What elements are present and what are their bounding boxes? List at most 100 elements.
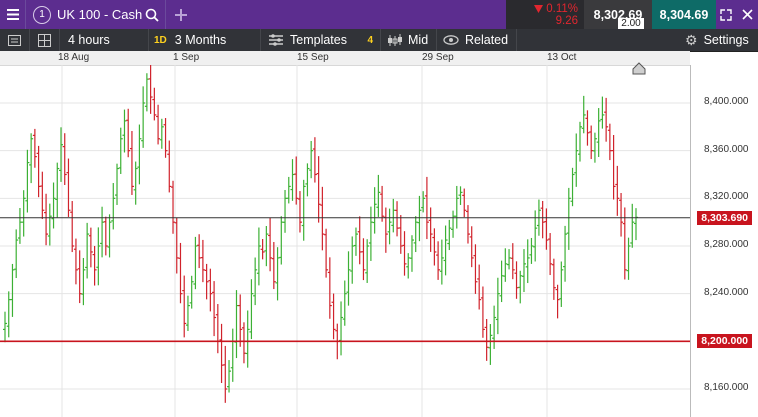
templates-label: Templates bbox=[290, 33, 347, 47]
ohlc-bar bbox=[357, 216, 362, 265]
ohlc-bar bbox=[600, 96, 605, 129]
eye-icon bbox=[443, 35, 459, 45]
change-absolute: 9.26 bbox=[555, 14, 578, 27]
ohlc-bar bbox=[346, 251, 351, 306]
ohlc-bar bbox=[368, 206, 373, 261]
ohlc-bar bbox=[96, 227, 101, 286]
gear-icon: ⚙ bbox=[685, 31, 698, 48]
ohlc-bar bbox=[70, 201, 75, 253]
ohlc-bar bbox=[17, 207, 22, 244]
market-name: UK 100 - Cash bbox=[57, 7, 143, 22]
ohlc-bar bbox=[283, 189, 288, 233]
ohlc-bar bbox=[14, 229, 19, 279]
ohlc-bar bbox=[477, 264, 482, 310]
ohlc-bar bbox=[432, 228, 437, 266]
layout-grid-icon[interactable] bbox=[29, 29, 59, 51]
close-icon[interactable] bbox=[736, 0, 758, 29]
ohlc-bar bbox=[585, 110, 590, 146]
ohlc-bar bbox=[141, 86, 146, 148]
ohlc-bar bbox=[592, 132, 597, 163]
ohlc-bar bbox=[100, 206, 105, 258]
related-label: Related bbox=[465, 33, 509, 47]
market-title-bar: 1 UK 100 - Cash 0.11% 9.26 8,302.69 8,30… bbox=[0, 0, 758, 29]
ohlc-bar bbox=[458, 186, 463, 205]
ohlc-bar bbox=[271, 242, 276, 290]
ohlc-bar bbox=[495, 277, 500, 335]
plus-icon[interactable] bbox=[165, 0, 195, 29]
current-price-tag: 8,303.690 bbox=[697, 210, 752, 225]
buy-price-button[interactable]: 8,304.69 bbox=[652, 0, 716, 29]
price-tick-label: 8,280.000 bbox=[704, 239, 749, 250]
price-type-selector[interactable]: Mid bbox=[380, 29, 436, 51]
ohlc-bar bbox=[32, 128, 37, 168]
ohlc-bar bbox=[398, 215, 403, 254]
ohlc-bar bbox=[129, 130, 134, 195]
search-icon[interactable] bbox=[145, 8, 159, 22]
expand-icon[interactable] bbox=[716, 0, 736, 29]
change-percent: 0.11% bbox=[546, 2, 578, 15]
ohlc-bar bbox=[372, 187, 377, 234]
ohlc-bar bbox=[462, 188, 467, 218]
ohlc-bar bbox=[152, 87, 157, 121]
related-button[interactable]: Related bbox=[436, 29, 516, 51]
ohlc-bar bbox=[443, 225, 448, 276]
period-selector[interactable]: 1D 3 Months bbox=[148, 29, 260, 51]
ohlc-bar bbox=[454, 185, 459, 229]
ohlc-bar bbox=[253, 257, 258, 306]
panel-icon[interactable] bbox=[0, 29, 29, 51]
market-number-badge: 1 bbox=[33, 5, 51, 24]
ohlc-bar bbox=[197, 234, 202, 269]
templates-button[interactable]: Templates 4 bbox=[260, 29, 380, 51]
templates-count: 4 bbox=[367, 34, 373, 46]
ohlc-bar bbox=[81, 257, 86, 306]
ohlc-bar bbox=[518, 270, 523, 304]
ohlc-bar bbox=[353, 227, 358, 256]
ohlc-bar bbox=[227, 360, 232, 393]
price-tick-label: 8,240.000 bbox=[704, 286, 749, 298]
ohlc-bar bbox=[73, 238, 78, 285]
settings-button[interactable]: ⚙ Settings bbox=[683, 29, 758, 51]
ohlc-bar bbox=[297, 191, 302, 233]
ohlc-bar bbox=[249, 279, 254, 340]
price-change: 0.11% 9.26 bbox=[506, 0, 584, 29]
ohlc-bar bbox=[238, 294, 243, 347]
hamburger-icon[interactable] bbox=[0, 0, 25, 29]
ohlc-bar bbox=[55, 162, 60, 218]
price-chart[interactable] bbox=[0, 65, 758, 417]
templates-icon bbox=[269, 34, 283, 46]
ohlc-bar bbox=[189, 275, 194, 309]
date-label: 1 Sep bbox=[173, 52, 200, 63]
ohlc-bar bbox=[465, 205, 470, 244]
ohlc-bar bbox=[301, 179, 306, 241]
ohlc-bar bbox=[167, 140, 172, 193]
ohlc-bar bbox=[47, 203, 52, 246]
ohlc-bar bbox=[137, 124, 142, 185]
ohlc-bar bbox=[409, 235, 414, 272]
ohlc-bar bbox=[6, 291, 11, 338]
interval-label: 4 hours bbox=[68, 33, 110, 47]
ohlc-bar bbox=[144, 73, 149, 112]
ohlc-bar bbox=[350, 236, 355, 284]
ohlc-bar bbox=[212, 281, 217, 337]
ohlc-bar bbox=[193, 236, 198, 290]
ohlc-bar bbox=[92, 245, 97, 286]
ohlc-bar bbox=[77, 250, 82, 304]
period-label: 3 Months bbox=[174, 33, 227, 47]
ohlc-bar bbox=[413, 216, 418, 253]
ohlc-bar bbox=[290, 159, 295, 201]
market-selector[interactable]: 1 UK 100 - Cash bbox=[25, 0, 165, 29]
ohlc-bar bbox=[268, 217, 273, 272]
ohlc-bar bbox=[480, 286, 485, 338]
alert-price-tag[interactable]: 8,200.000 bbox=[697, 334, 752, 349]
interval-selector[interactable]: 4 hours bbox=[59, 29, 148, 51]
ohlc-bar bbox=[604, 97, 609, 142]
date-axis: 18 Aug 1 Sep 15 Sep 29 Sep 13 Oct bbox=[0, 51, 690, 66]
ohlc-bar bbox=[3, 311, 7, 343]
ohlc-bar bbox=[305, 163, 310, 197]
ohlc-bar bbox=[626, 237, 631, 280]
ohlc-bar bbox=[589, 125, 594, 160]
ohlc-bar bbox=[548, 233, 553, 276]
ohlc-bar bbox=[275, 247, 280, 301]
ohlc-bar bbox=[66, 158, 71, 217]
ohlc-bar bbox=[339, 301, 344, 356]
